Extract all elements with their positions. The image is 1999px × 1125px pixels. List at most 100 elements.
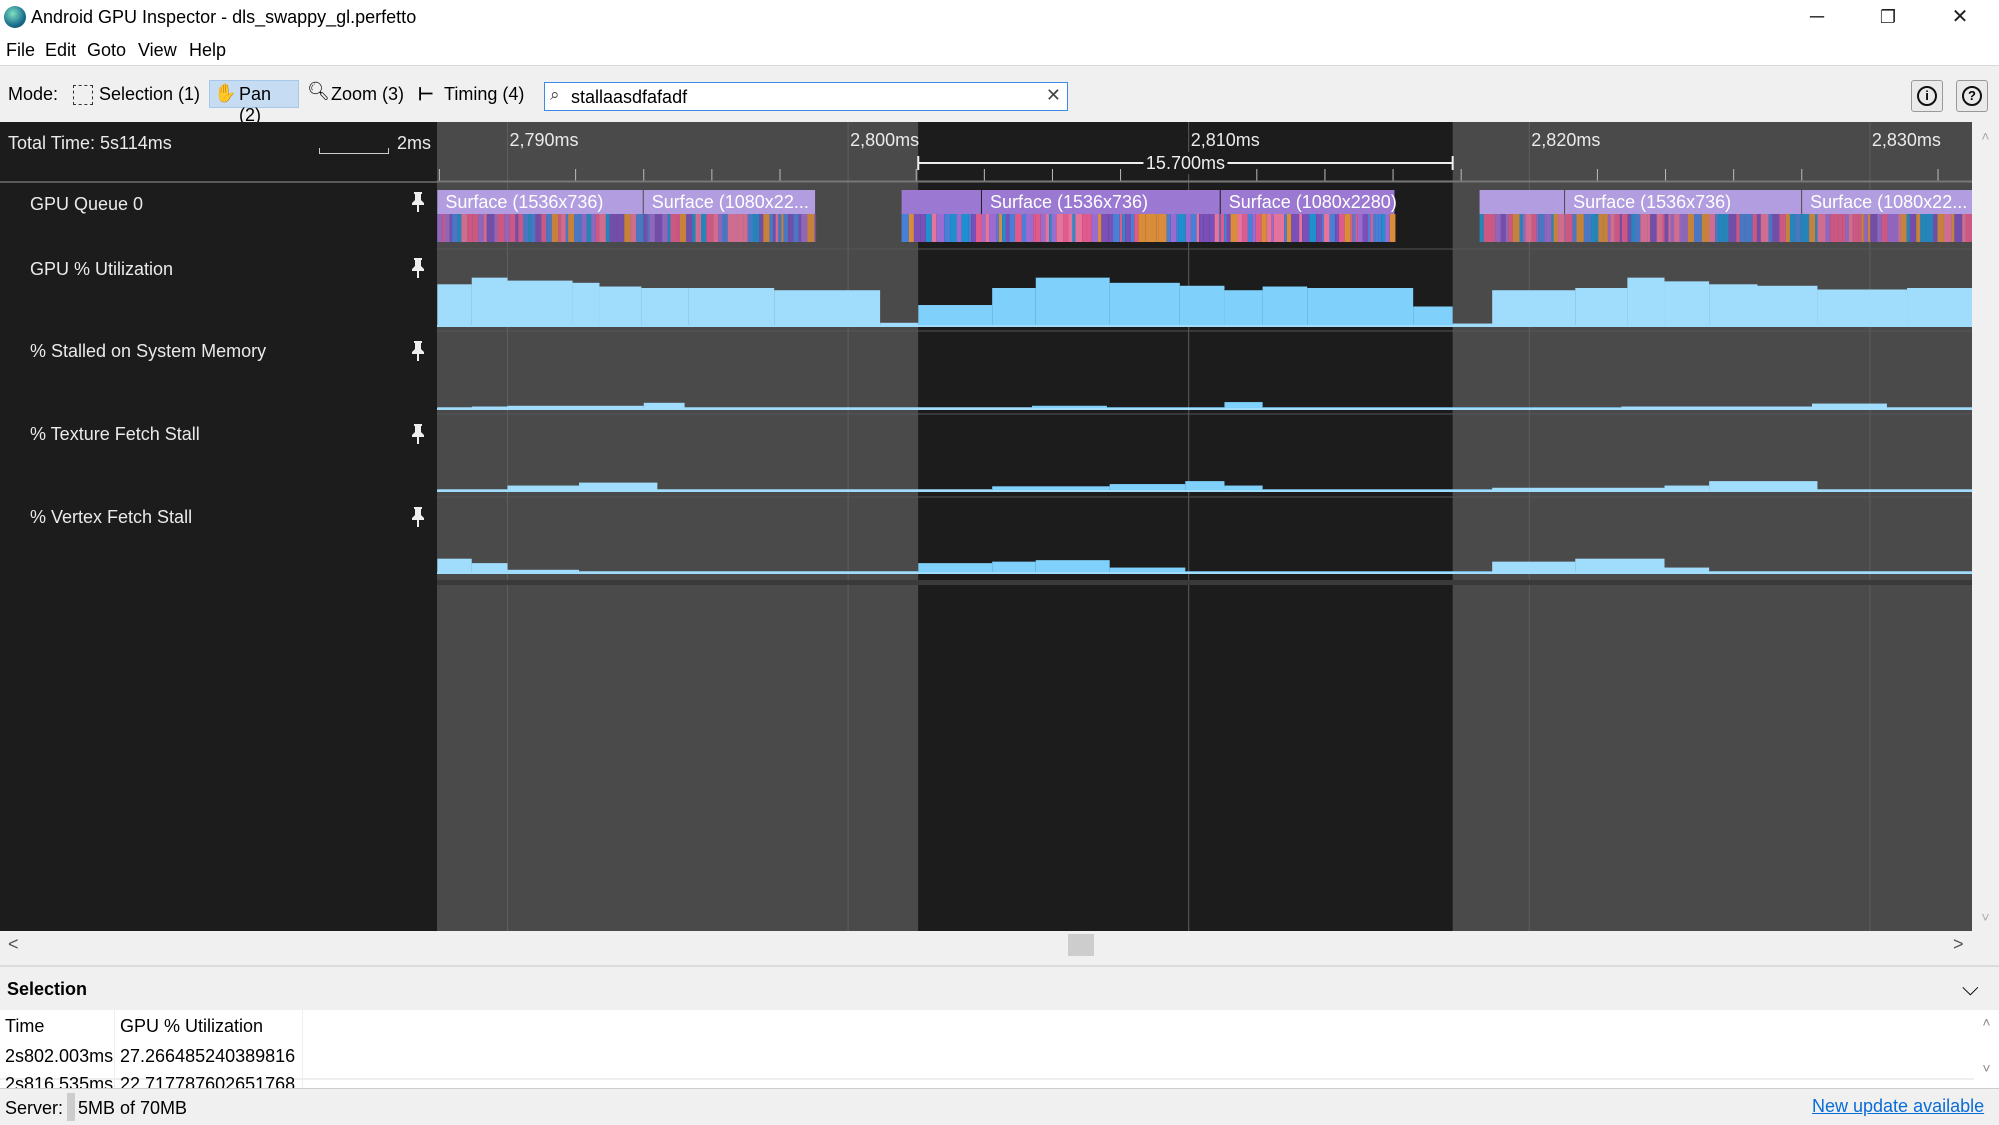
queue-subslice [1895, 214, 1899, 242]
queue-subslice [773, 214, 776, 242]
scroll-down-icon[interactable]: ˅ [1974, 1060, 1999, 1076]
queue-subslice [568, 214, 575, 242]
counter-step [1224, 290, 1263, 325]
queue-subslice [1825, 214, 1831, 242]
menu-view[interactable]: View [138, 40, 177, 61]
queue-subslice [442, 214, 445, 242]
menu-edit[interactable]: Edit [45, 40, 76, 61]
queue-subslice [1082, 214, 1088, 242]
column-header-time[interactable]: Time [5, 1016, 44, 1037]
queue-subslice [478, 214, 484, 242]
queue-subslice [1385, 214, 1390, 242]
queue-subslice [759, 214, 764, 242]
queue-subslice [1800, 214, 1803, 242]
queue-subslice [1237, 214, 1243, 242]
horizontal-scrollbar[interactable]: < > [0, 931, 1999, 959]
mode-label: Mode: [8, 84, 59, 104]
pin-icon[interactable] [411, 258, 425, 278]
restore-icon[interactable]: ❐ [1863, 2, 1913, 32]
queue-subslice [981, 214, 986, 242]
counter-step [1811, 403, 1887, 408]
queue-subslice [1768, 214, 1773, 242]
memory-bar [67, 1093, 75, 1121]
queue-subslice [1739, 214, 1746, 242]
queue-subslice [686, 214, 693, 242]
queue-subslice [783, 214, 789, 242]
queue-subslice [1119, 214, 1123, 242]
scroll-left-icon[interactable]: < [8, 934, 19, 955]
queue-subslice [1158, 214, 1167, 242]
queue-subslice [636, 214, 641, 242]
pin-icon[interactable] [411, 507, 425, 527]
queue-subslice [1752, 214, 1757, 242]
queue-subslice [1108, 214, 1113, 242]
queue-subslice [1350, 214, 1353, 242]
column-header-gpu-utilization[interactable]: GPU % Utilization [120, 1016, 263, 1037]
queue-subslice [1214, 214, 1220, 242]
queue-subslice [724, 214, 728, 242]
queue-subslice [1247, 214, 1253, 242]
queue-subslice [609, 214, 617, 242]
queue-subslice [920, 214, 926, 242]
queue-subslice [1505, 214, 1509, 242]
queue-subslice [667, 214, 671, 242]
vertical-scrollbar[interactable]: ˄ ˅ [1972, 122, 1999, 931]
queue-subslice [788, 214, 794, 242]
queue-subslice [1887, 214, 1896, 242]
timeline-view[interactable]: 2,790ms 2,800ms 2,810ms 2,820ms 2,830ms 15.70… [0, 122, 1999, 931]
search-value[interactable]: stallaasdfafadf [571, 87, 687, 108]
queue-subslice [1101, 214, 1109, 242]
pin-icon[interactable] [411, 424, 425, 444]
scroll-down-icon[interactable]: ˅ [1972, 909, 1999, 925]
scroll-up-icon[interactable]: ˄ [1972, 128, 1999, 144]
menu-help[interactable]: Help [189, 40, 226, 61]
pin-icon[interactable] [411, 341, 425, 361]
counter-step [992, 486, 1110, 490]
queue-subslice [798, 214, 802, 242]
menu-goto[interactable]: Goto [87, 40, 126, 61]
minimize-icon[interactable]: ─ [1792, 2, 1842, 32]
help-button[interactable]: ? [1956, 80, 1988, 112]
info-button[interactable]: i [1911, 80, 1943, 112]
update-link[interactable]: New update available [1812, 1096, 1984, 1117]
queue-subslice [747, 214, 753, 242]
close-icon[interactable]: ✕ [1935, 2, 1985, 32]
zoom-icon: 🔍︎ [307, 81, 330, 101]
track-label-panel: Total Time: 5s114ms 2ms GPU Queue 0 GPU … [0, 122, 437, 931]
search-input[interactable]: ⌕ stallaasdfafadf ✕ [544, 82, 1068, 111]
queue-subslice [1045, 214, 1050, 242]
counter-step [1032, 405, 1107, 408]
pin-icon[interactable] [411, 192, 425, 212]
scroll-right-icon[interactable]: > [1953, 934, 1964, 955]
queue-subslice [1881, 214, 1888, 242]
counter-step [688, 288, 775, 325]
counter-step [1664, 485, 1710, 490]
counter-step [1492, 561, 1576, 572]
mode-selection-button[interactable]: Selection (1) [99, 84, 200, 105]
queue-subslice [814, 214, 817, 242]
ruler-label: 2,790ms [510, 130, 579, 150]
table-row[interactable]: 2s816.535ms 22.717787602651768 [0, 1074, 1974, 1088]
queue-subslice [523, 214, 529, 242]
clear-search-icon[interactable]: ✕ [1046, 85, 1061, 106]
table-scrollbar[interactable]: ˄ ˅ [1974, 1010, 1999, 1088]
queue-subslice [1830, 214, 1835, 242]
mode-timing-button[interactable]: Timing (4) [444, 84, 524, 105]
selection-icon [73, 85, 93, 105]
queue-subslice [1610, 214, 1615, 242]
scrollbar-thumb[interactable] [1068, 934, 1094, 956]
queue-subslice [925, 214, 932, 242]
counter-step [471, 406, 508, 408]
mode-zoom-button[interactable]: Zoom (3) [331, 84, 404, 105]
menu-file[interactable]: File [6, 40, 35, 61]
queue-slice-label: Surface (1080x2280) [1229, 192, 1397, 212]
mode-pan-button[interactable]: ✋ Pan (2) [209, 80, 299, 125]
queue-subslice [1598, 214, 1604, 242]
queue-subslice [944, 214, 951, 242]
queue-subslice [1091, 214, 1098, 242]
scroll-up-icon[interactable]: ˄ [1974, 1014, 1999, 1030]
counter-step [1224, 402, 1263, 408]
queue-subslice [1756, 214, 1761, 242]
queue-subslice [647, 214, 650, 242]
chevron-down-icon[interactable]: ⌵ [1962, 975, 1979, 1001]
